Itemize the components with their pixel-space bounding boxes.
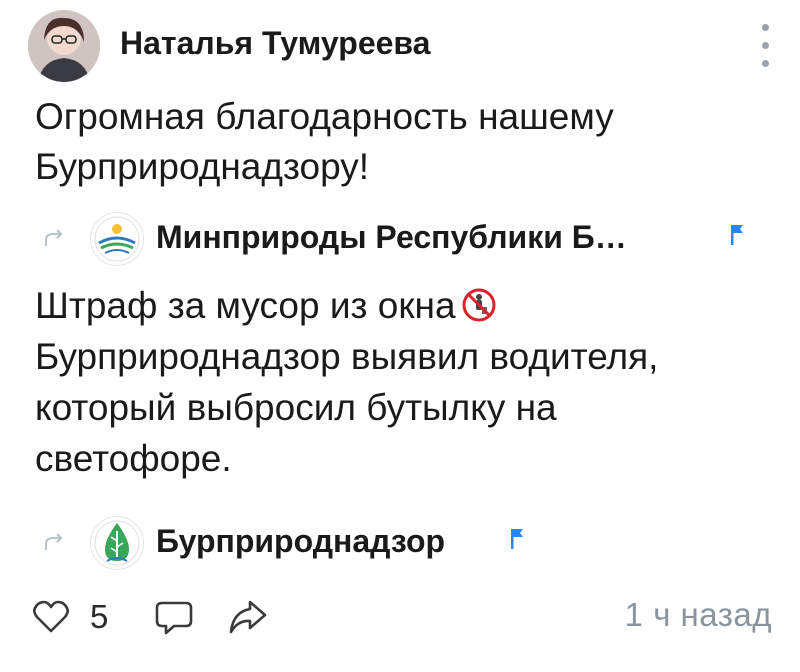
post-text-line: Бурприроднадзору! — [35, 146, 370, 187]
repost-text-line: светофоре. — [35, 438, 232, 479]
repost-arrow-icon — [45, 229, 63, 246]
comment-button[interactable] — [154, 592, 198, 642]
verified-flag-icon — [511, 529, 523, 549]
post-text-line: Огромная благодарность нашему — [35, 96, 614, 137]
post-footer: 5 1 ч назад — [32, 592, 772, 642]
more-vertical-icon — [762, 24, 769, 31]
likes-count: 5 — [90, 598, 109, 635]
repost-text-line: Штраф за мусор из окна — [35, 280, 775, 331]
repost-source-row[interactable]: Минприроды Республики Б… — [42, 212, 782, 266]
like-button[interactable]: 5 — [32, 592, 132, 642]
heart-icon — [33, 600, 69, 633]
no-littering-emoji — [462, 288, 496, 322]
repost-title: Штраф за мусор из окна — [35, 285, 456, 326]
author-name[interactable]: Наталья Тумуреева — [120, 25, 430, 62]
comment-icon — [155, 601, 193, 635]
repost-source-name-2[interactable]: Бурприроднадзор — [156, 523, 445, 560]
eco-agency-logo-icon — [90, 516, 144, 570]
more-dot — [762, 60, 769, 67]
post-header: Наталья Тумуреева — [28, 10, 778, 82]
more-options-button[interactable] — [754, 22, 778, 70]
author-avatar[interactable] — [28, 10, 100, 82]
repost-text-line: Бурприроднадзор выявил водителя, — [35, 336, 659, 377]
repost-source-name[interactable]: Минприроды Республики Б… — [156, 219, 627, 256]
more-dot — [762, 42, 769, 49]
ministry-logo-icon — [90, 212, 144, 266]
post-timestamp[interactable]: 1 ч назад — [625, 596, 772, 634]
repost-source-row-2[interactable]: Бурприроднадзор — [42, 516, 782, 570]
repost-text: Штраф за мусор из окна Бурприроднадзор в… — [35, 280, 775, 484]
repost-text-line: который выбросил бутылку на — [35, 387, 557, 428]
share-button[interactable] — [228, 592, 272, 642]
share-icon — [229, 600, 267, 634]
verified-flag-icon — [731, 225, 743, 245]
repost-arrow-icon — [45, 533, 63, 550]
post-text: Огромная благодарность нашему Бурприродн… — [35, 92, 775, 192]
